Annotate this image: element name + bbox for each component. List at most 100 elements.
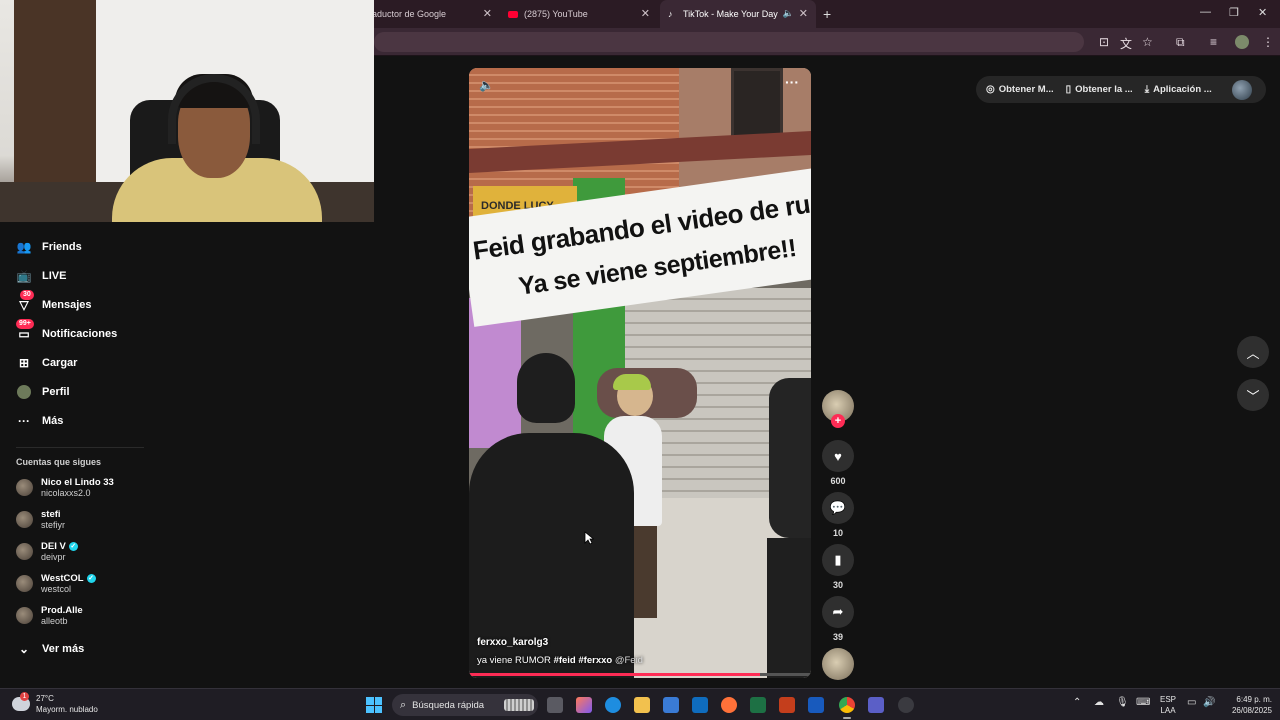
powerpoint-icon[interactable]: [779, 697, 795, 713]
sidebar: 👥 Friends 📺 LIVE ▽ 30 Mensajes ▭ 99+ Notif…: [0, 230, 160, 690]
new-tab-icon[interactable]: +: [823, 6, 831, 22]
restore-icon[interactable]: ❐: [1229, 6, 1239, 19]
nav-upload[interactable]: ⊞ Cargar: [16, 355, 78, 371]
webcam-overlay: [0, 0, 374, 222]
clock[interactable]: 6:49 p. m. 26/08/2025: [1222, 694, 1272, 716]
task-view-icon[interactable]: [547, 697, 563, 713]
cloud-icon: 1: [12, 692, 30, 711]
speaker-icon[interactable]: 🔈: [783, 8, 794, 19]
nav-more[interactable]: ··· Más: [16, 413, 63, 429]
copilot-icon[interactable]: [576, 697, 592, 713]
hashtag[interactable]: #feid: [554, 655, 576, 666]
following-item[interactable]: DEI V ✓ deivpr: [16, 541, 78, 562]
file-explorer-icon[interactable]: [634, 697, 650, 713]
volume-icon[interactable]: 🔈: [479, 78, 494, 92]
reading-list-icon[interactable]: ≡: [1210, 35, 1217, 49]
video-progress-bar[interactable]: [469, 673, 811, 676]
follow-plus-icon[interactable]: +: [831, 414, 845, 428]
close-icon[interactable]: ✕: [483, 7, 492, 20]
microphone-icon[interactable]: 🎙: [1116, 697, 1129, 708]
video-player[interactable]: DONDE LUCY Feid grabando el video de ru …: [469, 68, 811, 678]
outlook-icon[interactable]: [692, 697, 708, 713]
search-placeholder: Búsqueda rápida: [412, 699, 485, 711]
previous-video-button[interactable]: ︿: [1237, 336, 1269, 368]
following-item[interactable]: WestCOL ✓ westcol: [16, 573, 96, 594]
like-button[interactable]: ♥: [822, 440, 854, 472]
following-name-row: WestCOL ✓: [41, 573, 96, 584]
edge-icon[interactable]: [605, 697, 621, 713]
sidebar-divider: [16, 447, 144, 448]
save-button[interactable]: ▮: [822, 544, 854, 576]
see-more-button[interactable]: ⌄ Ver más: [16, 641, 84, 657]
onedrive-icon[interactable]: ☁: [1094, 697, 1104, 708]
following-username: westcol: [41, 584, 72, 594]
teams-icon[interactable]: [868, 697, 884, 713]
verified-icon: ✓: [68, 542, 78, 551]
app-icon[interactable]: [898, 697, 914, 713]
word-icon[interactable]: [808, 697, 824, 713]
nav-friends[interactable]: 👥 Friends: [16, 239, 82, 255]
bookmark-icon: ▮: [834, 552, 842, 567]
profile-avatar-icon[interactable]: [1235, 35, 1249, 49]
nav-label: Mensajes: [42, 299, 92, 311]
following-item[interactable]: Prod.Alle alleotb: [16, 605, 83, 626]
install-app-icon[interactable]: ⊡: [1099, 35, 1109, 49]
hashtag[interactable]: #ferxxo: [578, 655, 612, 666]
pill-label: Obtener M...: [998, 84, 1054, 95]
lang-line: ESP: [1160, 695, 1177, 704]
share-count: 39: [832, 632, 843, 642]
excel-icon[interactable]: [750, 697, 766, 713]
comment-icon: 💬: [829, 500, 847, 515]
minimize-icon[interactable]: —: [1200, 6, 1211, 18]
video-progress-fill: [469, 673, 760, 676]
close-icon[interactable]: ✕: [641, 7, 650, 20]
desktop-app-button[interactable]: ⤓ Aplicación ...: [1145, 84, 1212, 95]
close-icon[interactable]: ✕: [799, 7, 808, 20]
translate-icon[interactable]: 文: [1120, 35, 1132, 52]
windows-start-icon[interactable]: [366, 697, 382, 713]
chevron-up-icon[interactable]: ⌃: [1073, 697, 1081, 708]
comment-button[interactable]: 💬: [822, 492, 854, 524]
user-avatar[interactable]: [1232, 80, 1252, 100]
nav-label: Más: [42, 415, 64, 427]
tab-translate[interactable]: aductor de Google ✕: [364, 0, 500, 28]
chrome-icon[interactable]: [839, 697, 855, 713]
taskbar-search[interactable]: ⌕ Búsqueda rápida: [392, 694, 538, 716]
mention[interactable]: @Feid: [615, 655, 643, 666]
next-video-button[interactable]: ﹀: [1237, 379, 1269, 411]
tab-youtube[interactable]: (2875) YouTube ✕: [500, 0, 658, 28]
nav-profile[interactable]: Perfil: [16, 384, 70, 400]
nav-label: Notificaciones: [42, 328, 118, 340]
share-icon: ➦: [832, 604, 844, 619]
bookmark-star-icon[interactable]: ☆: [1142, 35, 1153, 49]
tab-tiktok[interactable]: ♪ TikTok - Make Your Day 🔈 ✕: [660, 0, 816, 28]
comment-count: 10: [832, 528, 843, 538]
network-icon[interactable]: ▭: [1187, 697, 1196, 708]
weather-widget[interactable]: 1 27°C Mayorm. nublado: [12, 692, 98, 715]
store-icon[interactable]: [663, 697, 679, 713]
following-item[interactable]: stefi stefiyr: [16, 509, 65, 530]
share-button[interactable]: ➦: [822, 596, 854, 628]
firefox-icon[interactable]: [721, 697, 737, 713]
volume-icon[interactable]: 🔊: [1203, 697, 1215, 708]
video-author[interactable]: ferxxo_karolg3: [477, 637, 548, 648]
get-app-button[interactable]: ▯ Obtener la ...: [1066, 84, 1133, 95]
avatar: [16, 511, 33, 528]
language-indicator[interactable]: ESP LAA: [1160, 694, 1176, 716]
following-name: WestCOL: [41, 573, 84, 584]
coin-icon: ◎: [986, 84, 995, 95]
keyboard-icon[interactable]: ⌨: [1136, 697, 1150, 708]
nav-live[interactable]: 📺 LIVE: [16, 268, 67, 284]
more-options-icon[interactable]: ···: [785, 74, 799, 90]
close-window-icon[interactable]: ✕: [1258, 6, 1267, 19]
nav-messages[interactable]: ▽ 30 Mensajes: [16, 290, 92, 313]
caption-text: ya viene RUMOR: [477, 655, 551, 666]
address-bar[interactable]: [374, 32, 1084, 52]
get-coins-button[interactable]: ◎ Obtener M...: [986, 84, 1054, 95]
nav-notifications[interactable]: ▭ 99+ Notificaciones: [16, 319, 118, 342]
following-item[interactable]: Nico el Lindo 33 nicolaxxs2.0: [16, 477, 114, 498]
mouse-cursor-icon: [584, 531, 594, 545]
menu-kebab-icon[interactable]: ⋮: [1262, 35, 1274, 49]
extensions-icon[interactable]: ⧉: [1176, 35, 1185, 50]
sound-disc[interactable]: [822, 648, 854, 680]
